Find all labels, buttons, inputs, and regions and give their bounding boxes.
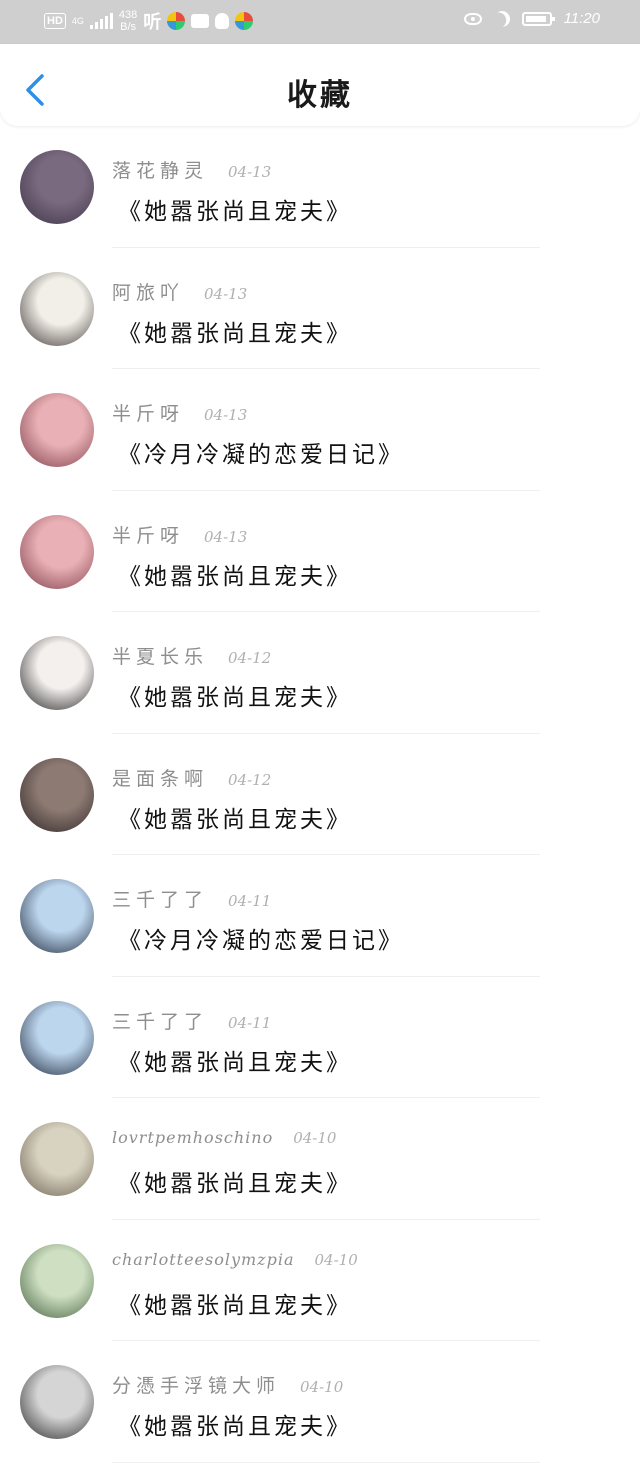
list-item[interactable]: 三千了了 04-11 《冷月冷凝的恋爱日记》 (0, 855, 640, 977)
story-title[interactable]: 《冷月冷凝的恋爱日记》 (118, 921, 404, 955)
story-title[interactable]: 《她嚣张尚且宠夫》 (118, 1164, 352, 1198)
hd-badge: HD (44, 13, 66, 29)
status-right: 11:20 (463, 8, 600, 29)
status-bar: HD 4G 438 B/s 听 11:20 (0, 0, 640, 44)
username[interactable]: 半斤呀 (112, 399, 184, 426)
speed-value: 438 (118, 9, 138, 21)
username[interactable]: lovrtpemhoschino (112, 1128, 273, 1147)
username[interactable]: 半斤呀 (112, 521, 184, 548)
item-meta: 阿旅吖 04-13 (112, 278, 247, 305)
qq-icon (215, 13, 230, 29)
date: 04-13 (204, 284, 248, 303)
username[interactable]: 阿旅吖 (112, 278, 184, 305)
item-meta: charlotteesolymzpia 04-10 (112, 1250, 358, 1269)
username[interactable]: 三千了了 (112, 1007, 208, 1034)
app-icon-2 (235, 12, 254, 30)
list-item[interactable]: 半夏长乐 04-12 《她嚣张尚且宠夫》 (0, 612, 640, 734)
date: 04-10 (300, 1378, 344, 1396)
list-item[interactable]: charlotteesolymzpia 04-10 《她嚣张尚且宠夫》 (0, 1220, 640, 1341)
date: 04-13 (228, 163, 272, 181)
username[interactable]: 落花静灵 (112, 156, 208, 183)
avatar[interactable] (20, 879, 94, 953)
date: 04-13 (204, 406, 248, 424)
signal-icon (89, 13, 113, 29)
mail-icon (191, 14, 210, 28)
avatar[interactable] (20, 1122, 94, 1196)
date: 04-12 (228, 649, 272, 667)
avatar[interactable] (20, 1365, 94, 1439)
avatar[interactable] (20, 636, 94, 710)
status-left: HD 4G 438 B/s 听 (44, 8, 254, 34)
avatar[interactable] (20, 757, 94, 832)
username[interactable]: 是面条啊 (112, 764, 208, 791)
date: 04-12 (228, 770, 272, 789)
avatar[interactable] (20, 514, 94, 589)
date: 04-11 (228, 892, 272, 910)
date: 04-13 (204, 527, 248, 546)
story-title[interactable]: 《她嚣张尚且宠夫》 (118, 1286, 352, 1320)
item-meta: lovrtpemhoschino 04-10 (112, 1128, 336, 1147)
clock: 11:20 (563, 10, 600, 27)
item-meta: 半斤呀 04-13 (112, 521, 247, 548)
list-item[interactable]: 落花静灵 04-13 《她嚣张尚且宠夫》 (0, 126, 640, 248)
date: 04-10 (293, 1129, 337, 1147)
list-item[interactable]: 是面条啊 04-12 《她嚣张尚且宠夫》 (0, 734, 640, 855)
username[interactable]: 半夏长乐 (112, 642, 208, 669)
avatar[interactable] (20, 271, 94, 346)
avatar[interactable] (20, 393, 94, 467)
username[interactable]: 分憑手浮镜大师 (112, 1371, 280, 1398)
item-meta: 三千了了 04-11 (112, 1007, 271, 1034)
story-title[interactable]: 《她嚣张尚且宠夫》 (118, 678, 352, 712)
listen-app-icon: 听 (143, 12, 162, 32)
do-not-disturb-icon (491, 8, 512, 29)
top-nav-bar: 收藏 (0, 44, 640, 126)
item-meta: 半夏长乐 04-12 (112, 642, 271, 669)
list-item[interactable]: lovrtpemhoschino 04-10 《她嚣张尚且宠夫》 (0, 1098, 640, 1220)
story-title[interactable]: 《她嚣张尚且宠夫》 (118, 1043, 352, 1077)
list-item[interactable]: 半斤呀 04-13 《冷月冷凝的恋爱日记》 (0, 369, 640, 491)
app-icon (167, 12, 186, 30)
story-title[interactable]: 《她嚣张尚且宠夫》 (118, 557, 352, 591)
network-type: 4G (71, 15, 84, 26)
story-title[interactable]: 《她嚣张尚且宠夫》 (118, 800, 352, 834)
item-meta: 是面条啊 04-12 (112, 764, 271, 791)
story-title[interactable]: 《她嚣张尚且宠夫》 (118, 1407, 352, 1441)
item-meta: 半斤呀 04-13 (112, 399, 247, 426)
list-item[interactable]: 分憑手浮镜大师 04-10 《她嚣张尚且宠夫》 (0, 1341, 640, 1463)
network-speed: 438 B/s (119, 9, 137, 33)
list-item[interactable]: 半斤呀 04-13 《她嚣张尚且宠夫》 (0, 491, 640, 612)
list-item[interactable]: 三千了了 04-11 《她嚣张尚且宠夫》 (0, 977, 640, 1098)
date: 04-10 (314, 1250, 358, 1269)
username[interactable]: 三千了了 (112, 885, 208, 912)
date: 04-11 (228, 1013, 272, 1032)
favorites-list: 落花静灵 04-13 《她嚣张尚且宠夫》 阿旅吖 04-13 《她嚣张尚且宠夫》 半斤呀 04… (0, 126, 640, 1463)
list-item[interactable]: 阿旅吖 04-13 《她嚣张尚且宠夫》 (0, 248, 640, 369)
username[interactable]: charlotteesolymzpia (112, 1250, 295, 1269)
item-meta: 分憑手浮镜大师 04-10 (112, 1371, 343, 1398)
avatar[interactable] (20, 1000, 94, 1075)
page-title: 收藏 (287, 78, 353, 113)
speed-unit: B/s (120, 21, 137, 33)
avatar[interactable] (20, 1243, 94, 1318)
battery-icon (521, 11, 555, 26)
story-title[interactable]: 《冷月冷凝的恋爱日记》 (118, 435, 404, 469)
story-title[interactable]: 《她嚣张尚且宠夫》 (118, 192, 352, 226)
divider (112, 1461, 540, 1463)
item-meta: 落花静灵 04-13 (112, 156, 271, 183)
avatar[interactable] (20, 150, 94, 224)
eye-comfort-icon (463, 12, 482, 25)
item-meta: 三千了了 04-11 (112, 885, 271, 912)
story-title[interactable]: 《她嚣张尚且宠夫》 (118, 314, 352, 348)
